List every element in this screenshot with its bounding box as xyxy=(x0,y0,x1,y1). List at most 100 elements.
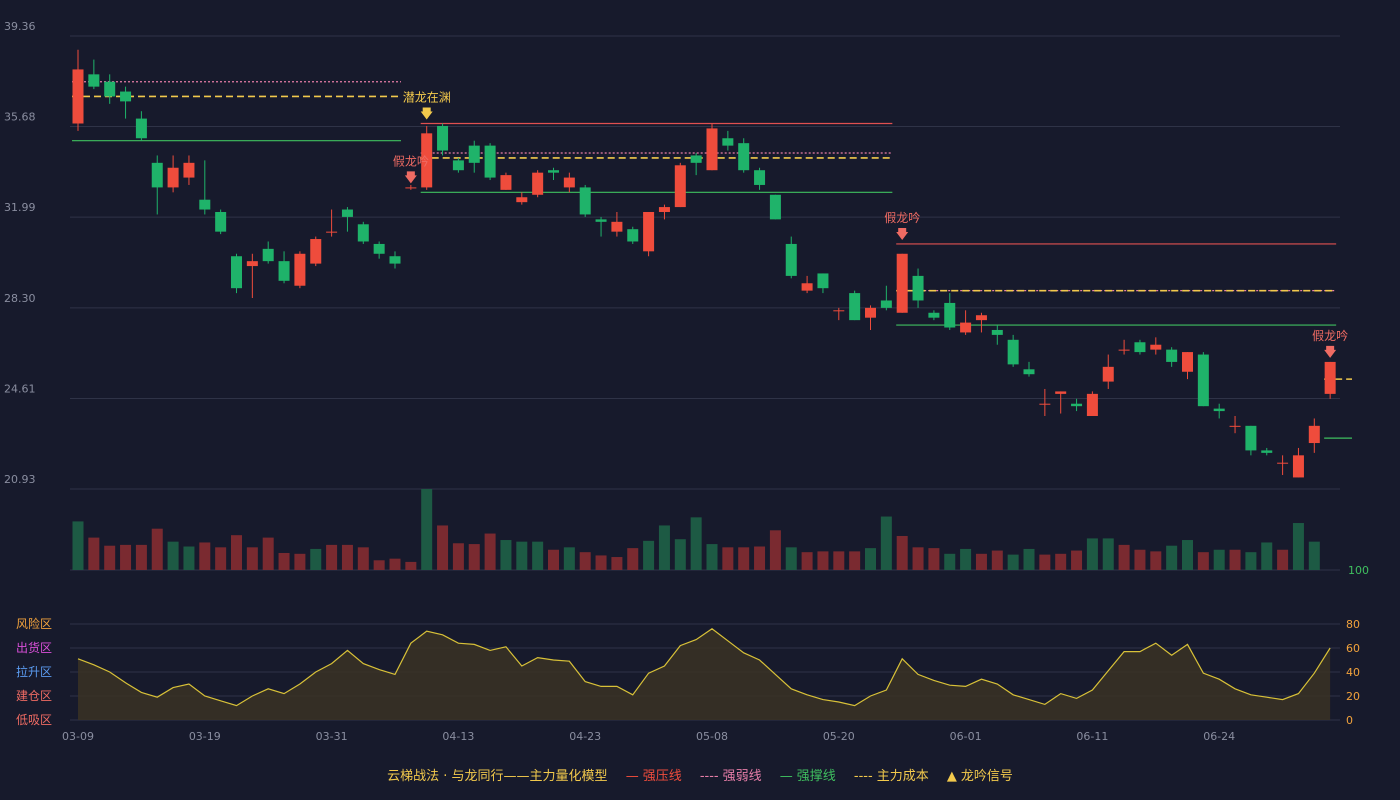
candle-body xyxy=(944,302,956,328)
volume-bar xyxy=(357,547,369,570)
main-y-tick-label: 39.36 xyxy=(4,20,36,33)
legend-item-cost[interactable]: ---- 主力成本 xyxy=(854,765,929,784)
volume-bar xyxy=(1261,542,1273,570)
candle-body xyxy=(880,300,892,308)
candle-body xyxy=(1086,393,1098,416)
signal-arrow-icon xyxy=(896,227,909,240)
candle-body xyxy=(310,239,322,264)
legend-signal-icon: ▲ xyxy=(946,769,957,784)
osc-zone-label: 风险区 xyxy=(16,616,52,631)
candle-body xyxy=(611,221,623,232)
volume-bar xyxy=(120,544,132,570)
chart-canvas: 39.3635.6831.9928.3024.6120.93潜龙在渊假龙吟假龙吟… xyxy=(4,20,1369,743)
volume-bar xyxy=(865,548,876,570)
volume-bar xyxy=(754,546,766,570)
x-tick-label: 05-20 xyxy=(823,730,855,743)
volume-bar xyxy=(1229,549,1241,570)
volume-bar xyxy=(437,525,449,570)
candle-body xyxy=(928,312,940,318)
volume-bar xyxy=(72,521,84,570)
candle-body xyxy=(1308,425,1320,444)
volume-bar xyxy=(262,537,274,570)
volume-bar xyxy=(674,539,686,570)
volume-bar xyxy=(88,537,100,570)
volume-bar xyxy=(468,544,480,570)
volume-bar xyxy=(817,551,829,570)
legend-item-signal[interactable]: ▲ 龙吟信号 xyxy=(947,765,1013,784)
candle-body xyxy=(405,187,417,189)
volume-bar xyxy=(341,544,353,570)
candle-body xyxy=(1166,349,1178,362)
volume-bar xyxy=(706,544,718,570)
volume-bar xyxy=(389,558,401,570)
x-tick-label: 03-31 xyxy=(316,730,348,743)
volume-bar xyxy=(1308,541,1320,570)
legend-item-support[interactable]: — 强撑线 xyxy=(780,765,836,784)
candle-body xyxy=(785,243,797,276)
candle-body xyxy=(643,211,655,252)
candle-body xyxy=(1134,342,1146,353)
candle-body xyxy=(754,170,766,185)
legend: 云梯战法 · 与龙同行——主力量化模型 — 强压线 ---- 强弱线 — 强撑线 --… xyxy=(0,765,1400,784)
main-y-tick-label: 24.61 xyxy=(4,383,36,396)
candle-body xyxy=(912,275,924,301)
candle-body xyxy=(849,293,861,321)
volume-bar xyxy=(294,553,306,570)
osc-area xyxy=(78,628,1331,720)
volume-bar xyxy=(231,535,242,570)
candle-body xyxy=(183,162,195,178)
volume-bar xyxy=(896,535,908,570)
candle-body xyxy=(151,162,163,188)
volume-bar xyxy=(880,516,892,570)
osc-zone-label: 低吸区 xyxy=(16,713,52,727)
volume-bar xyxy=(563,547,575,570)
volume-bar xyxy=(579,552,591,570)
volume-bar xyxy=(643,540,655,570)
candle-body xyxy=(1245,425,1257,451)
legend-title: 云梯战法 · 与龙同行——主力量化模型 xyxy=(387,769,608,784)
candle-body xyxy=(1261,450,1273,453)
candle-body xyxy=(326,231,338,233)
candle-body xyxy=(1118,349,1130,351)
volume-bar xyxy=(215,547,227,570)
legend-item-resistance[interactable]: — 强压线 xyxy=(626,765,682,784)
volume-bar xyxy=(991,550,1003,570)
main-y-tick-label: 28.30 xyxy=(4,292,36,305)
volume-bar xyxy=(722,547,734,570)
volume-bar xyxy=(738,547,750,570)
volume-bar xyxy=(278,552,290,570)
candle-body xyxy=(167,167,179,188)
legend-resistance-label: 强压线 xyxy=(642,769,682,784)
main-y-tick-label: 35.68 xyxy=(4,110,36,123)
volume-bar xyxy=(912,547,924,570)
volume-bar xyxy=(1292,523,1304,570)
candle-body xyxy=(865,307,876,318)
candle-body xyxy=(246,261,258,267)
candle-body xyxy=(1023,369,1035,375)
volume-bar xyxy=(1071,550,1083,570)
osc-y-tick-label: 20 xyxy=(1346,690,1360,703)
legend-item-weak[interactable]: ---- 强弱线 xyxy=(700,765,762,784)
candle-body xyxy=(658,207,670,212)
candle-body xyxy=(341,209,353,217)
legend-support-swatch: — xyxy=(779,769,793,784)
candle-body xyxy=(1213,408,1225,412)
x-tick-label: 05-08 xyxy=(696,730,728,743)
candle-body xyxy=(72,69,84,124)
candle-body xyxy=(991,329,1003,335)
volume-bar xyxy=(1182,540,1193,570)
volume-bar xyxy=(1213,549,1225,570)
volume-bar xyxy=(801,552,813,570)
candle-body xyxy=(579,187,591,215)
legend-weak-label: 强弱线 xyxy=(722,769,762,784)
candle-body xyxy=(595,219,607,222)
volume-bar xyxy=(785,547,797,570)
volume-bar xyxy=(1118,544,1130,570)
volume-bar xyxy=(500,540,512,570)
candle-body xyxy=(1007,339,1019,365)
candle-body xyxy=(738,143,750,171)
volume-bar xyxy=(849,551,861,570)
candle-body xyxy=(231,256,242,289)
candle-body xyxy=(674,165,686,208)
volume-bar xyxy=(690,517,702,570)
